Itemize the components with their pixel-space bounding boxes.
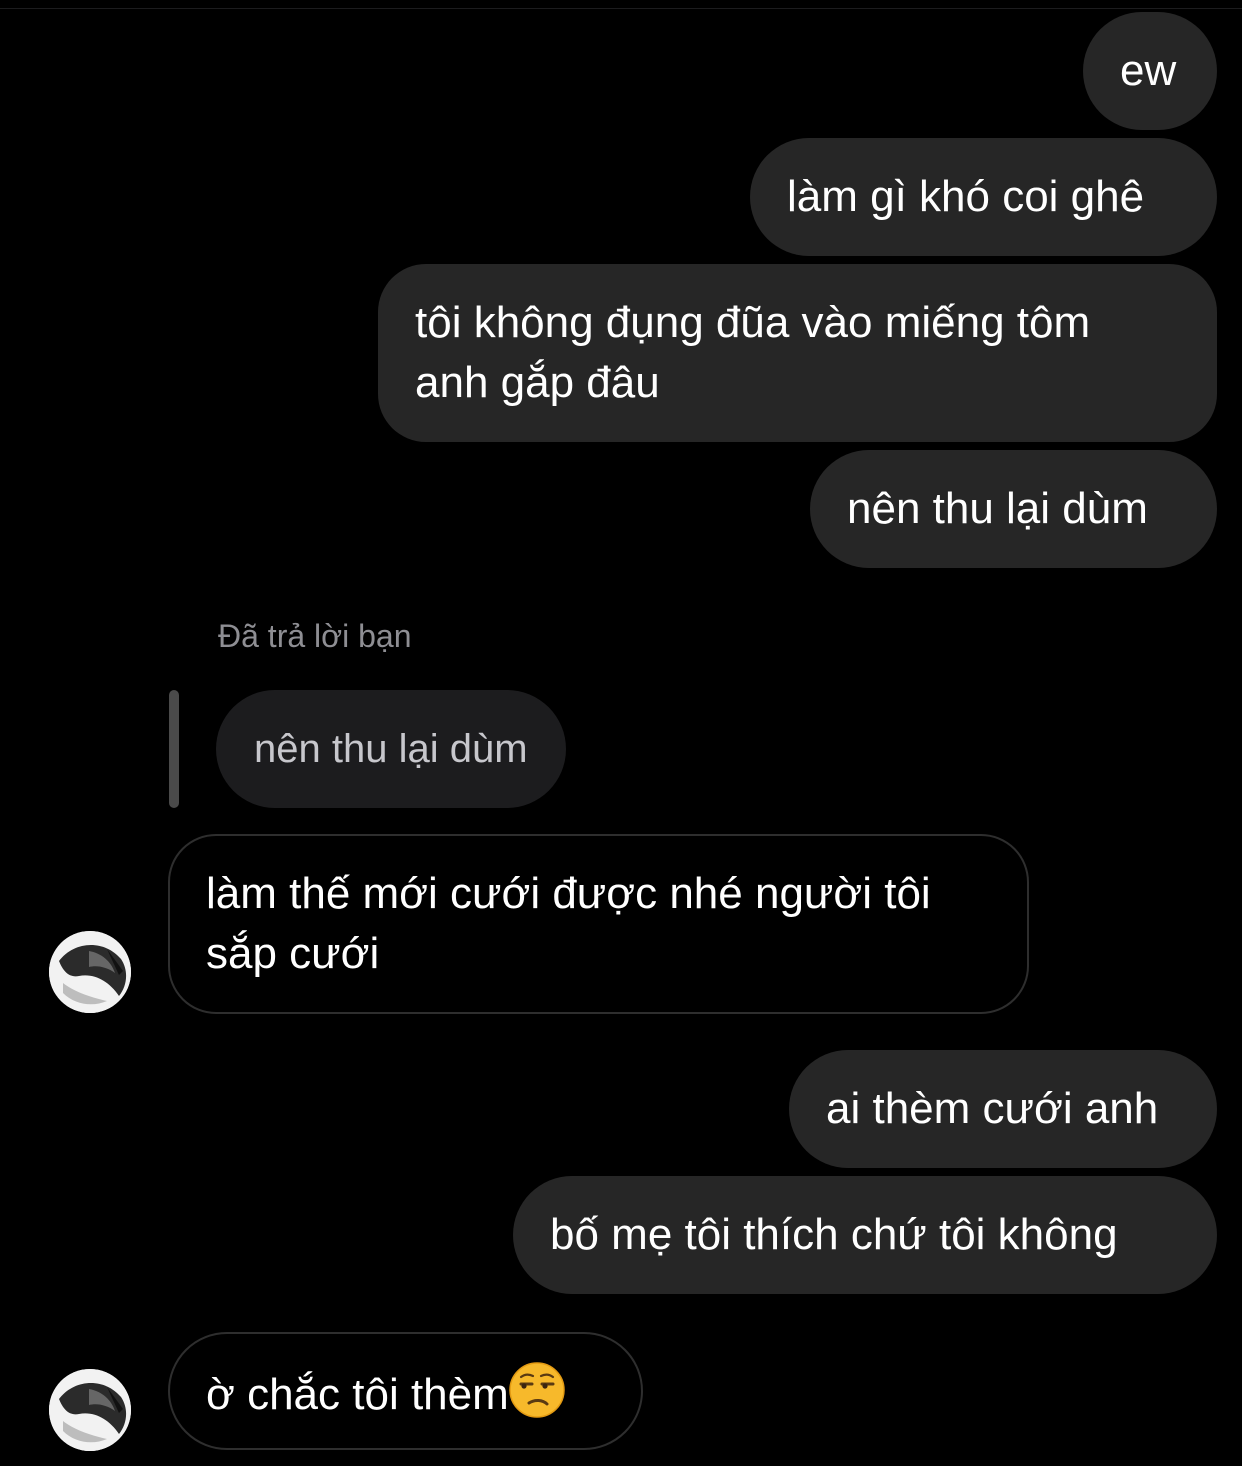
contact-avatar[interactable] (49, 931, 131, 1013)
message-bubble-incoming[interactable]: làm thế mới cưới được nhé người tôi sắp … (168, 834, 1029, 1014)
message-bubble-outgoing[interactable]: nên thu lại dùm (810, 450, 1217, 568)
message-text-line: làm thế mới cưới được nhé người tôi (206, 869, 931, 918)
replied-to-you-label: Đã trả lời bạn (218, 618, 412, 654)
message-text: ờ chắc tôi thèm (206, 1370, 509, 1419)
unamused-face-emoji-icon (509, 1362, 565, 1418)
message-text: ew (1120, 46, 1177, 95)
avatar-image (49, 931, 131, 1013)
message-text: làm gì khó coi ghê (787, 172, 1145, 221)
avatar-image (49, 1369, 131, 1451)
message-bubble-outgoing[interactable]: ew (1083, 12, 1217, 130)
message-bubble-outgoing[interactable]: bố mẹ tôi thích chứ tôi không (513, 1176, 1217, 1294)
message-bubble-outgoing[interactable]: làm gì khó coi ghê (750, 138, 1217, 256)
contact-avatar[interactable] (49, 1369, 131, 1451)
message-bubble-outgoing[interactable]: tôi không đụng đũa vào miếng tôm anh gắp… (378, 264, 1217, 442)
top-divider (0, 8, 1242, 9)
message-text: bố mẹ tôi thích chứ tôi không (550, 1210, 1118, 1259)
reply-indicator-bar (169, 690, 179, 808)
quoted-message[interactable]: nên thu lại dùm (216, 690, 566, 808)
message-bubble-outgoing[interactable]: ai thèm cưới anh (789, 1050, 1217, 1168)
message-text: nên thu lại dùm (847, 484, 1148, 533)
message-text-line: tôi không đụng đũa vào miếng tôm (415, 298, 1091, 347)
message-text-line: anh gắp đâu (415, 358, 660, 407)
message-text-line: sắp cưới (206, 929, 380, 978)
quoted-text: nên thu lại dùm (254, 727, 528, 771)
message-text: ai thèm cưới anh (826, 1084, 1159, 1133)
message-bubble-incoming[interactable]: ờ chắc tôi thèm (168, 1332, 643, 1450)
